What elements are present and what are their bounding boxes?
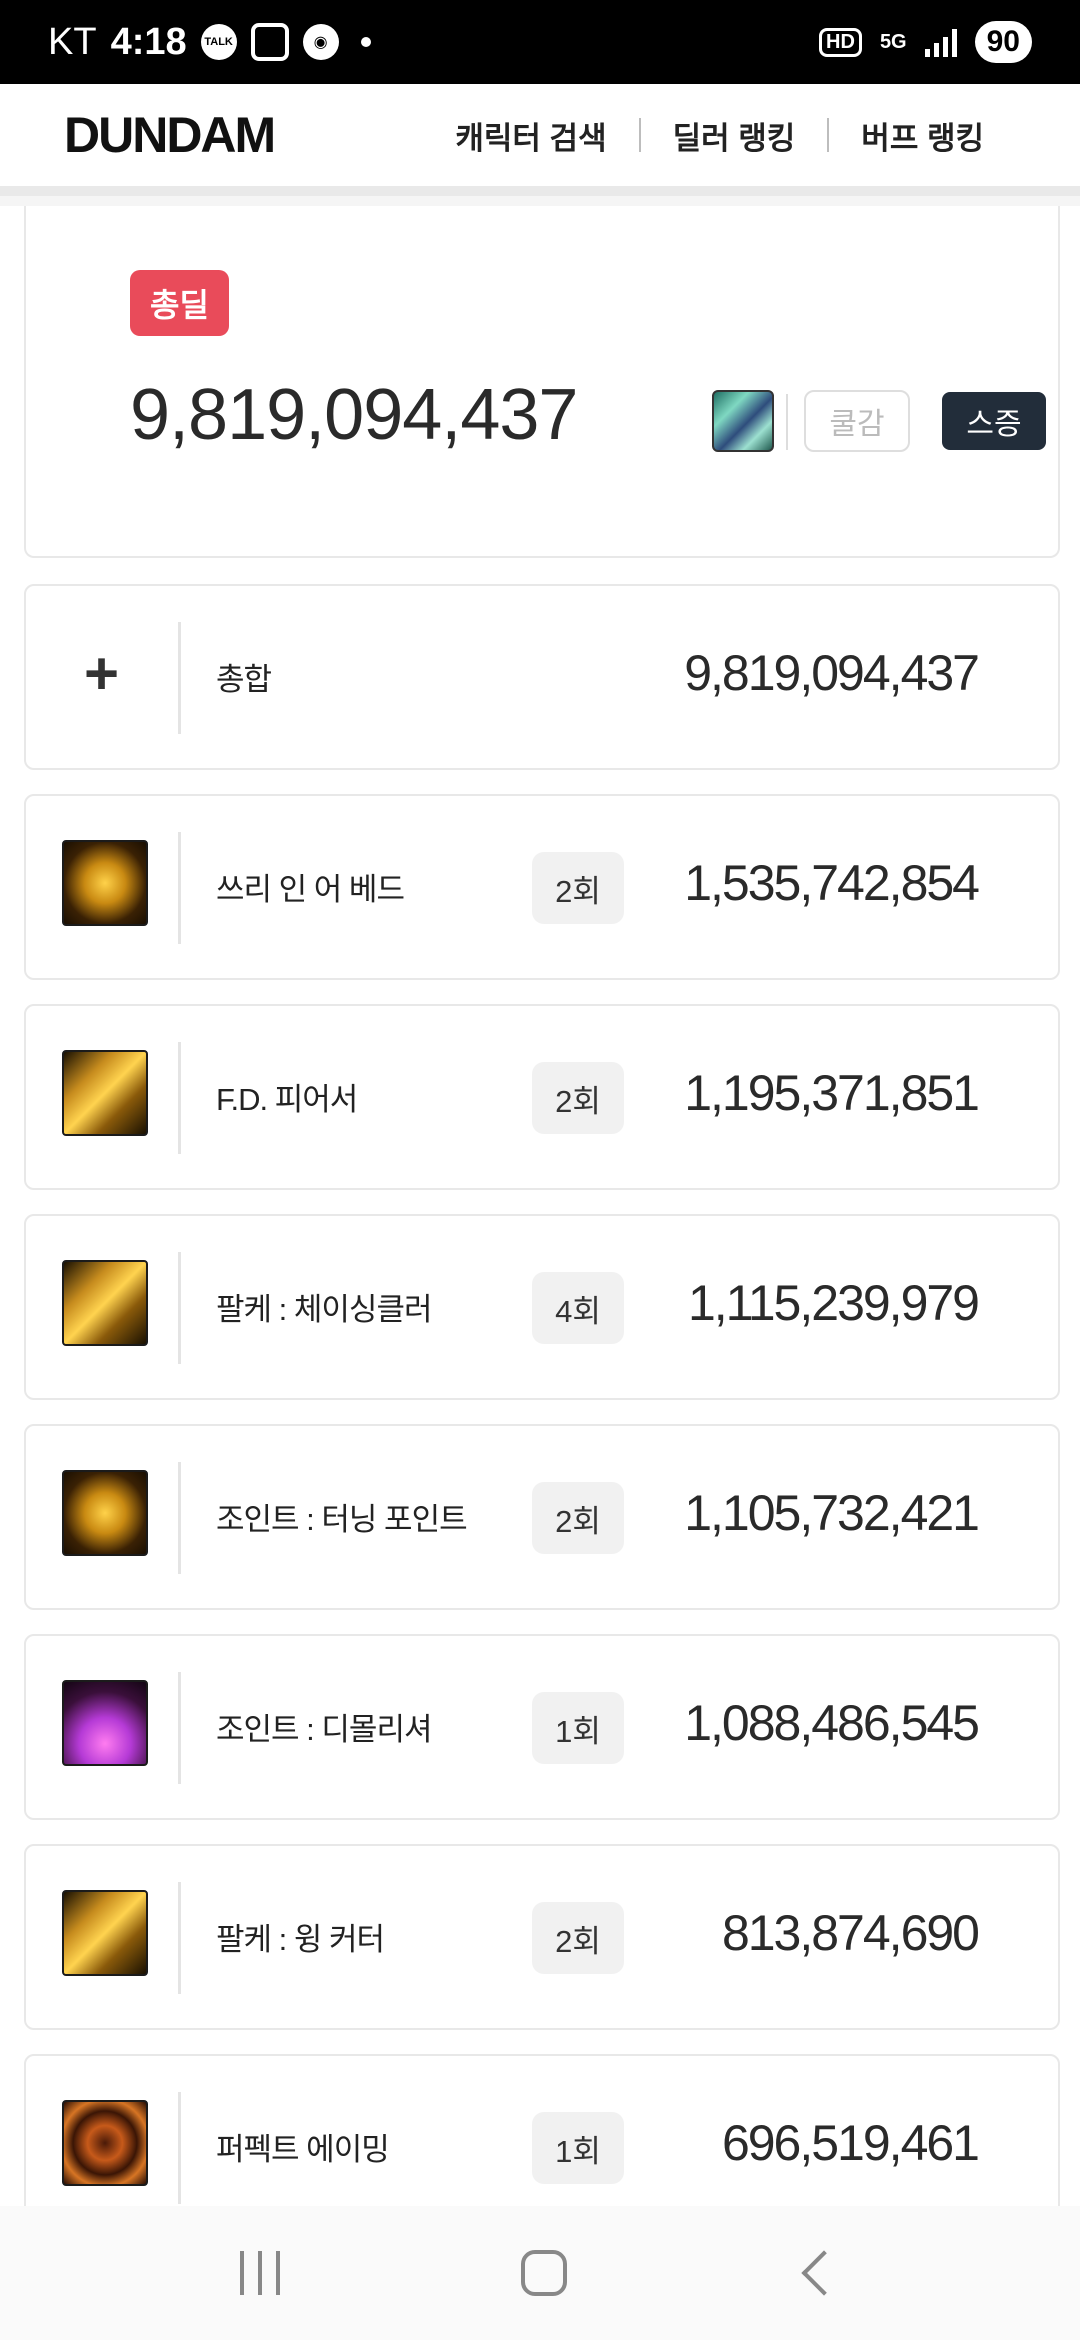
cooldown-toggle-button[interactable]: 쿨감	[804, 390, 910, 452]
fd-piercer-icon	[62, 1050, 148, 1136]
skill-name: 조인트 : 디몰리셔	[216, 1712, 432, 1747]
row-divider	[178, 2092, 181, 2204]
total-damage-value: 9,819,094,437	[130, 375, 578, 455]
row-divider	[178, 622, 181, 734]
row-divider	[178, 1462, 181, 1574]
battery-indicator: 90	[974, 21, 1032, 63]
total-damage-card: 총딜 9,819,094,437 쿨감 스증	[24, 206, 1060, 558]
skill-row[interactable]: 조인트 : 디몰리셔 1회 1,088,486,545	[24, 1634, 1060, 1820]
notification-dot-icon	[360, 37, 371, 47]
nav-buffer-ranking[interactable]: 버프 랭킹	[829, 113, 1016, 158]
skill-row[interactable]: 팔케 : 체이싱클러 4회 1,115,239,979	[24, 1214, 1060, 1400]
row-divider	[178, 832, 181, 944]
perfect-aiming-icon	[62, 2100, 148, 2186]
skill-damage: 1,195,371,851	[684, 1065, 980, 1121]
carrier-label: KT	[48, 20, 97, 63]
back-icon[interactable]	[801, 2250, 847, 2296]
chasing-icon	[62, 1260, 148, 1346]
skill-row[interactable]: F.D. 피어서 2회 1,195,371,851	[24, 1004, 1060, 1190]
skill-name: 팔케 : 체이싱클러	[216, 1292, 432, 1327]
three-in-a-bed-icon	[62, 840, 148, 926]
skill-row[interactable]: 쓰리 인 어 베드 2회 1,535,742,854	[24, 794, 1060, 980]
hit-count-badge: 2회	[532, 1062, 624, 1134]
dundam-logo[interactable]: DUNDAM	[64, 106, 276, 164]
hit-count-badge: 4회	[532, 1272, 624, 1344]
kakaotalk-icon: TALK	[200, 24, 237, 60]
nav-character-search[interactable]: 캐릭터 검색	[423, 113, 638, 158]
skill-damage: 696,519,461	[721, 2115, 980, 2171]
summary-value: 9,819,094,437	[684, 645, 980, 701]
hit-count-badge: 2회	[532, 1482, 624, 1554]
skill-name: 쓰리 인 어 베드	[216, 872, 405, 907]
system-nav-bar	[0, 2206, 1080, 2340]
demolisher-icon	[62, 1680, 148, 1766]
skill-damage: 1,535,742,854	[684, 855, 980, 911]
turning-point-icon	[62, 1470, 148, 1556]
total-damage-badge: 총딜	[130, 270, 229, 336]
skill-damage: 1,115,239,979	[687, 1275, 980, 1331]
skill-name: 퍼펙트 에이밍	[216, 2132, 390, 2167]
status-bar: KT 4:18 TALK ◉ HD 5G 90	[0, 0, 1080, 84]
hit-count-badge: 2회	[532, 852, 624, 924]
skill-row[interactable]: 조인트 : 터닝 포인트 2회 1,105,732,421	[24, 1424, 1060, 1610]
skill-name: F.D. 피어서	[216, 1082, 358, 1117]
summary-label: 총합	[216, 662, 272, 697]
recent-apps-icon[interactable]	[240, 2251, 281, 2295]
discord-icon: ◉	[302, 24, 339, 60]
skill-name: 팔케 : 윙 커터	[216, 1922, 385, 1957]
row-divider	[178, 1042, 181, 1154]
stack-toggle-button[interactable]: 스증	[942, 392, 1046, 450]
skill-damage: 813,874,690	[721, 1905, 980, 1961]
hd-voice-icon: HD	[819, 27, 862, 57]
summary-row[interactable]: + 총합 9,819,094,437	[24, 584, 1060, 770]
hit-count-badge: 1회	[532, 2112, 624, 2184]
signal-icon	[924, 27, 957, 57]
skill-damage: 1,088,486,545	[684, 1695, 980, 1751]
row-divider	[178, 1252, 181, 1364]
network-5g-icon: 5G	[879, 31, 907, 53]
plus-icon[interactable]: +	[84, 644, 119, 704]
nav-dealer-ranking[interactable]: 딜러 랭킹	[641, 113, 828, 158]
skill-row[interactable]: 팔케 : 윙 커터 2회 813,874,690	[24, 1844, 1060, 2030]
item-thumbnail-icon[interactable]	[712, 390, 774, 452]
damage-breakdown: 총딜 9,819,094,437 쿨감 스증 + 총합 9,819,094,43…	[0, 206, 1080, 2240]
skill-name: 조인트 : 터닝 포인트	[216, 1502, 468, 1537]
skill-damage: 1,105,732,421	[684, 1485, 980, 1541]
clock: 4:18	[110, 20, 187, 63]
hit-count-badge: 2회	[532, 1902, 624, 1974]
row-divider	[178, 1882, 181, 1994]
hit-count-badge: 1회	[532, 1692, 624, 1764]
wing-cutter-icon	[62, 1890, 148, 1976]
app-notification-icon	[250, 23, 289, 61]
site-header: DUNDAM 캐릭터 검색 딜러 랭킹 버프 랭킹	[0, 84, 1080, 196]
home-icon[interactable]	[520, 2250, 567, 2296]
toolbar-divider	[786, 394, 788, 450]
row-divider	[178, 1672, 181, 1784]
main-nav: 캐릭터 검색 딜러 랭킹 버프 랭킹	[423, 113, 1016, 158]
